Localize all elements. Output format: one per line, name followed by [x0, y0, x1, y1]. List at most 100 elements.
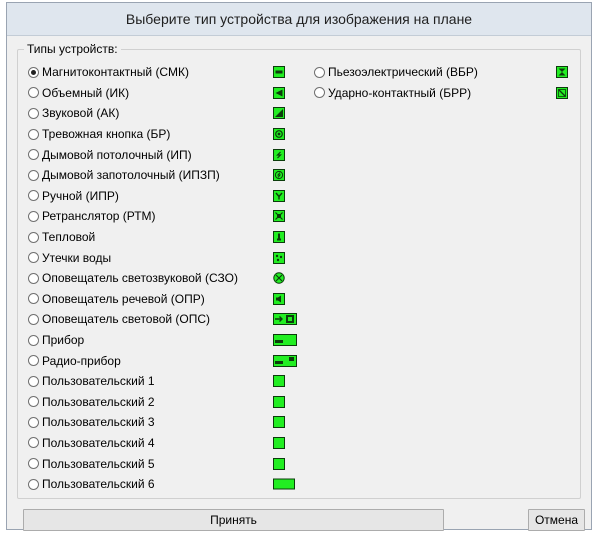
radio-button[interactable]	[28, 334, 39, 346]
radio-button[interactable]	[28, 231, 39, 243]
option-label: Звуковой (АК)	[42, 106, 120, 121]
device-type-dialog: Выберите тип устройства для изображения …	[6, 2, 592, 531]
vbr-icon	[556, 66, 568, 79]
ip-icon	[273, 148, 285, 161]
radio-button[interactable]	[28, 107, 39, 119]
ak-icon	[273, 107, 285, 120]
ipzp-icon	[273, 169, 285, 182]
custom-2-icon	[273, 395, 285, 408]
radio-button[interactable]	[314, 66, 325, 78]
option-heat[interactable]: Тепловой	[28, 227, 300, 248]
option-label: Прибор	[42, 333, 85, 348]
option-custom-4[interactable]: Пользовательский 4	[28, 433, 300, 454]
radio-button[interactable]	[28, 437, 39, 449]
custom-3-icon	[273, 416, 285, 429]
option-label: Утечки воды	[42, 250, 112, 265]
option-custom-2[interactable]: Пользовательский 2	[28, 392, 300, 413]
device-types-group: Типы устройств: Магнитоконтактный (СМК) …	[17, 42, 581, 499]
radio-button[interactable]	[28, 478, 39, 490]
radio-button[interactable]	[28, 396, 39, 408]
radio-device-icon	[273, 354, 297, 367]
option-label: Дымовой потолочный (ИП)	[42, 147, 192, 162]
radio-button[interactable]	[28, 87, 39, 99]
option-label: Пьезоэлектрический (ВБР)	[328, 65, 478, 80]
option-brr[interactable]: Ударно-контактный (БРР)	[314, 83, 574, 104]
option-label: Магнитоконтактный (СМК)	[42, 65, 189, 80]
smk-icon	[273, 66, 285, 79]
option-ip[interactable]: Дымовой потолочный (ИП)	[28, 144, 300, 165]
option-label: Пользовательский 5	[42, 456, 155, 471]
option-label: Оповещатель световой (ОПС)	[42, 312, 211, 327]
option-label: Пользовательский 4	[42, 435, 155, 450]
option-label: Объемный (ИК)	[42, 85, 130, 100]
br-icon	[273, 128, 285, 141]
radio-button[interactable]	[28, 210, 39, 222]
custom-4-icon	[273, 436, 285, 449]
option-opr[interactable]: Оповещатель речевой (ОПР)	[28, 289, 300, 310]
option-ops[interactable]: Оповещатель световой (ОПС)	[28, 309, 300, 330]
group-legend: Типы устройств:	[24, 42, 121, 56]
option-label: Пользовательский 6	[42, 477, 155, 492]
option-radio-device[interactable]: Радио-прибор	[28, 350, 300, 371]
option-smk[interactable]: Магнитоконтактный (СМК)	[28, 62, 300, 83]
accept-button[interactable]: Принять	[23, 509, 444, 531]
option-custom-1[interactable]: Пользовательский 1	[28, 371, 300, 392]
option-ipr[interactable]: Ручной (ИПР)	[28, 186, 300, 207]
radio-button[interactable]	[28, 149, 39, 161]
szo-icon	[273, 272, 285, 284]
option-label: Дымовой запотолочный (ИПЗП)	[42, 168, 220, 183]
option-ik[interactable]: Объемный (ИК)	[28, 83, 300, 104]
opr-icon	[273, 292, 285, 305]
option-label: Оповещатель светозвуковой (СЗО)	[42, 271, 238, 286]
radio-button[interactable]	[28, 416, 39, 428]
custom-5-icon	[273, 457, 285, 470]
option-rtm[interactable]: Ретранслятор (РТМ)	[28, 206, 300, 227]
option-ipzp[interactable]: Дымовой запотолочный (ИПЗП)	[28, 165, 300, 186]
option-custom-5[interactable]: Пользовательский 5	[28, 453, 300, 474]
radio-button[interactable]	[28, 66, 39, 78]
option-szo[interactable]: Оповещатель светозвуковой (СЗО)	[28, 268, 300, 289]
radio-button[interactable]	[314, 87, 325, 99]
rtm-icon	[273, 210, 285, 223]
option-label: Ретранслятор (РТМ)	[42, 209, 156, 224]
option-vbr[interactable]: Пьезоэлектрический (ВБР)	[314, 62, 574, 83]
device-icon	[273, 334, 297, 347]
dialog-title: Выберите тип устройства для изображения …	[7, 3, 591, 36]
radio-button[interactable]	[28, 252, 39, 264]
option-label: Радио-прибор	[42, 353, 121, 368]
brr-icon	[556, 86, 568, 99]
radio-button[interactable]	[28, 272, 39, 284]
water-leak-icon	[273, 251, 285, 264]
custom-6-icon	[273, 478, 295, 490]
ipr-icon	[273, 189, 285, 202]
option-label: Ударно-контактный (БРР)	[328, 85, 472, 100]
radio-button[interactable]	[28, 293, 39, 305]
heat-icon	[273, 231, 285, 244]
option-device[interactable]: Прибор	[28, 330, 300, 351]
radio-button[interactable]	[28, 190, 39, 202]
radio-button[interactable]	[28, 169, 39, 181]
radio-button[interactable]	[28, 128, 39, 140]
option-water-leak[interactable]: Утечки воды	[28, 247, 300, 268]
radio-button[interactable]	[28, 375, 39, 387]
radio-button[interactable]	[28, 458, 39, 470]
option-label: Тревожная кнопка (БР)	[42, 127, 171, 142]
ops-icon	[273, 313, 297, 326]
option-ak[interactable]: Звуковой (АК)	[28, 103, 300, 124]
option-label: Пользовательский 1	[42, 374, 155, 389]
radio-button[interactable]	[28, 355, 39, 367]
cancel-button[interactable]: Отмена	[528, 509, 585, 531]
option-label: Пользовательский 3	[42, 415, 155, 430]
custom-1-icon	[273, 375, 285, 388]
option-custom-6[interactable]: Пользовательский 6	[28, 474, 300, 495]
ik-icon	[273, 86, 285, 99]
option-label: Пользовательский 2	[42, 394, 155, 409]
option-label: Тепловой	[42, 230, 96, 245]
left-options-column: Магнитоконтактный (СМК) Объемный (ИК) Зв…	[28, 62, 300, 494]
option-label: Ручной (ИПР)	[42, 188, 119, 203]
option-custom-3[interactable]: Пользовательский 3	[28, 412, 300, 433]
radio-button[interactable]	[28, 313, 39, 325]
right-options-column: Пьезоэлектрический (ВБР) Ударно-контактн…	[314, 62, 574, 103]
option-br[interactable]: Тревожная кнопка (БР)	[28, 124, 300, 145]
option-label: Оповещатель речевой (ОПР)	[42, 291, 205, 306]
